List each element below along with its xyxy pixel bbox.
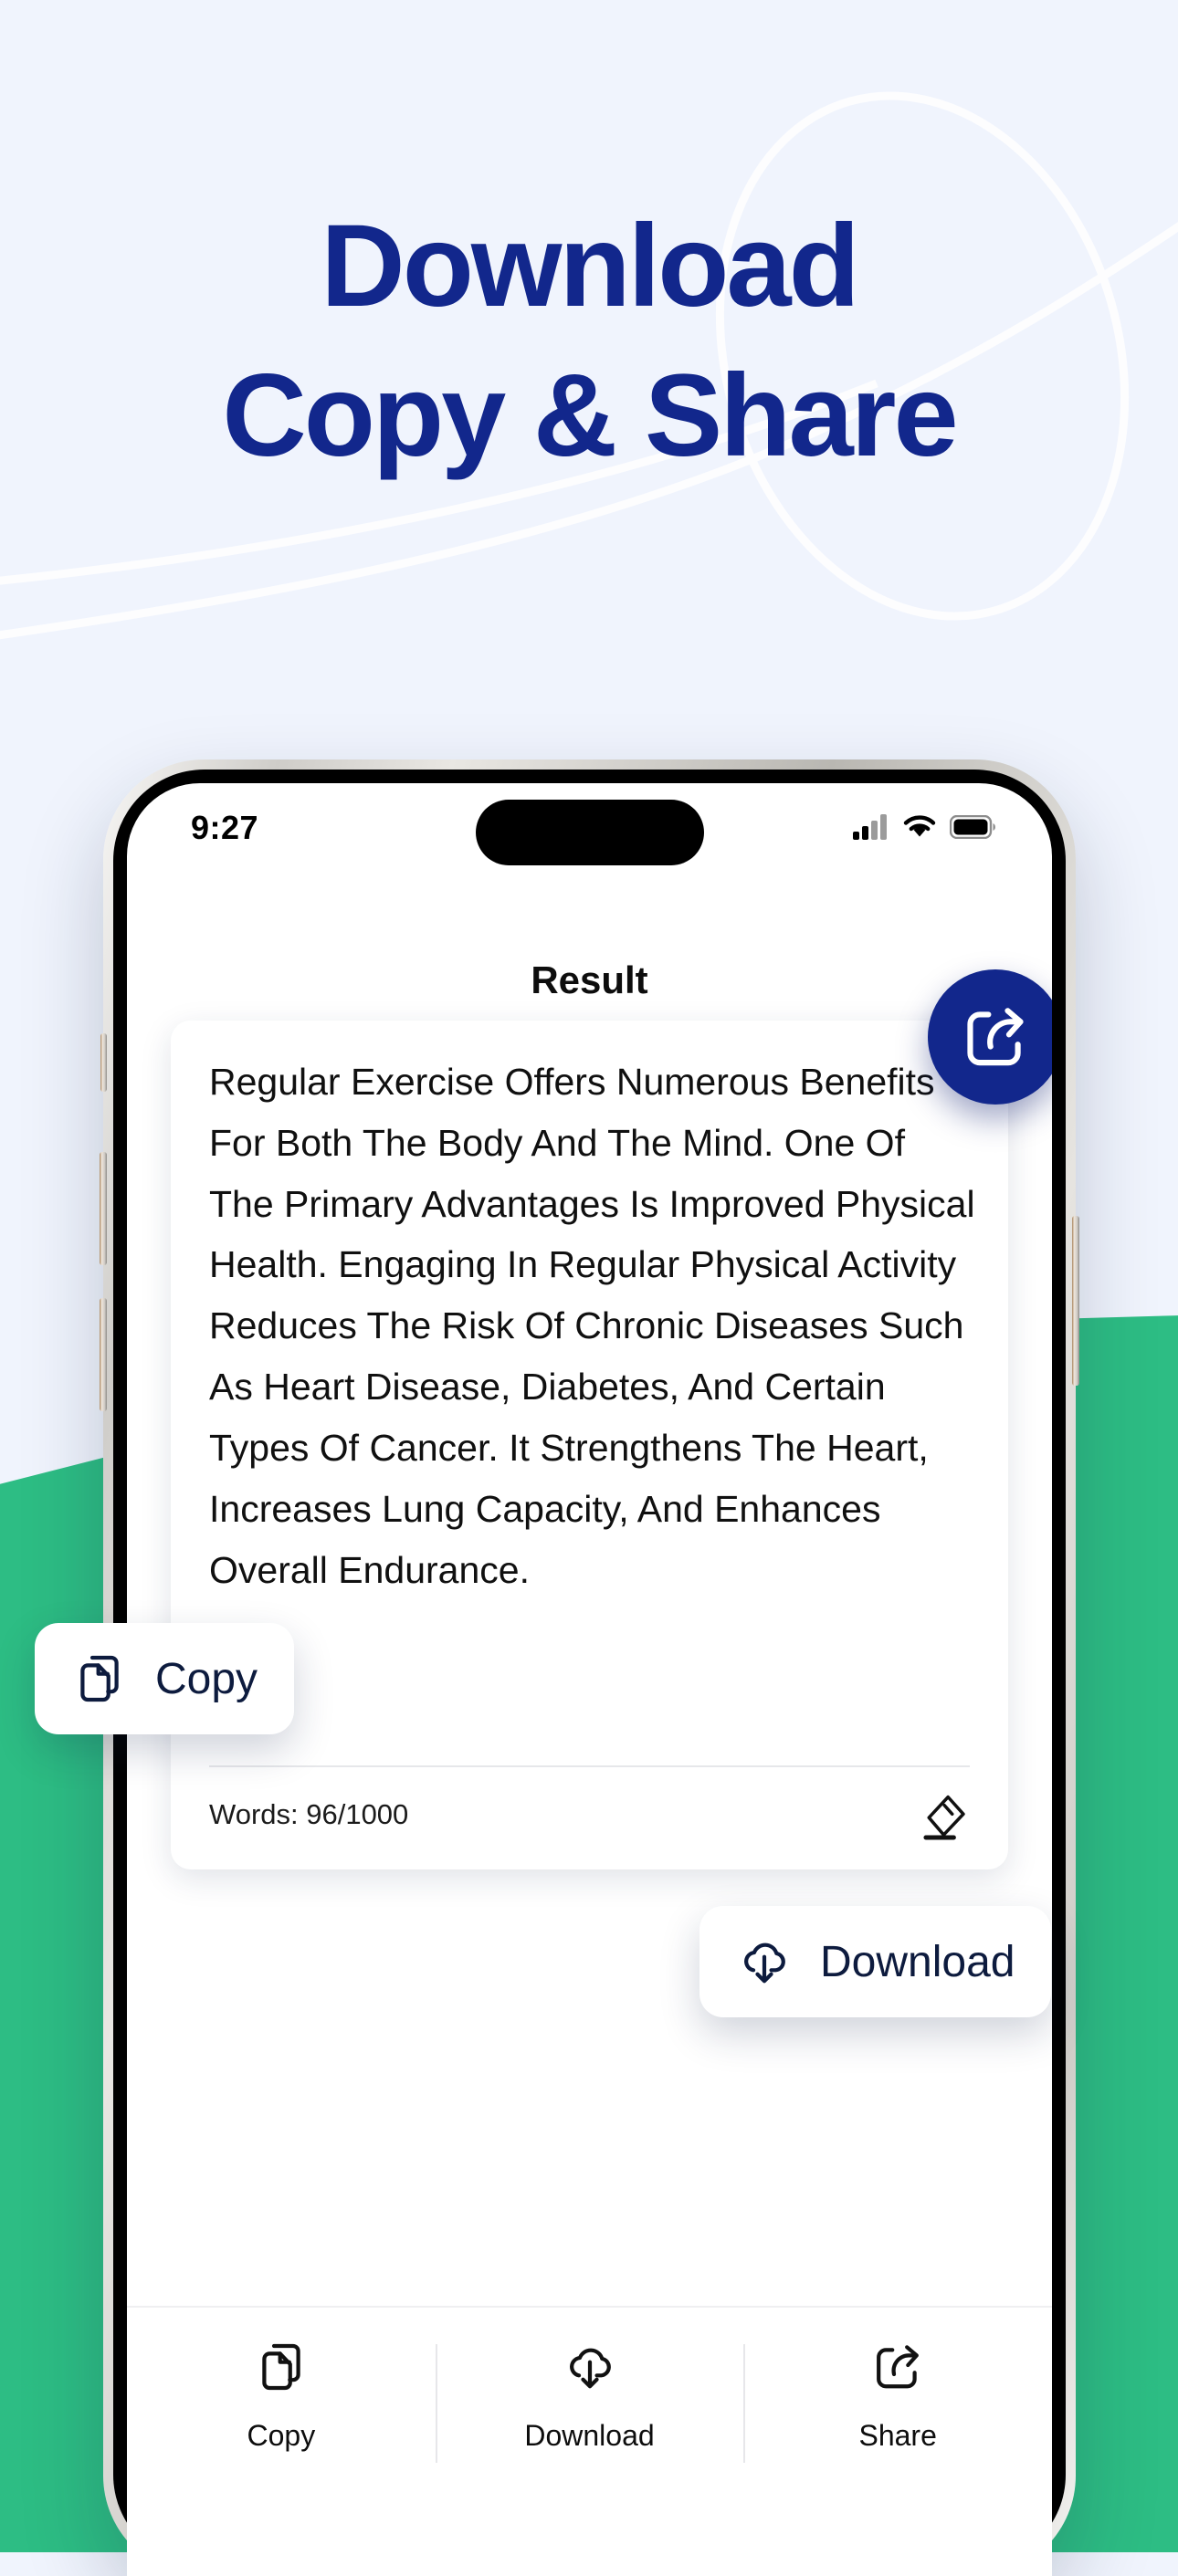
status-indicators — [853, 814, 995, 840]
cloud-download-icon — [744, 1942, 785, 1984]
copy-icon — [262, 2343, 300, 2391]
tab-copy-label: Copy — [247, 2419, 316, 2452]
status-bar: 9:27 — [127, 783, 1052, 884]
share-fab-button[interactable] — [928, 969, 1052, 1105]
eraser-icon — [923, 1795, 965, 1840]
result-card: Regular Exercise Offers Numerous Benefit… — [171, 1021, 1008, 1869]
word-count-label: Words: 96/1000 — [209, 1798, 409, 1830]
floating-download-chip[interactable]: Download — [699, 1906, 1052, 2017]
tab-download[interactable]: Download — [435, 2339, 744, 2463]
wifi-icon — [903, 815, 936, 837]
tab-share[interactable]: Share — [743, 2339, 1052, 2463]
battery-icon — [950, 815, 995, 839]
floating-download-label: Download — [820, 1937, 1015, 1986]
share-icon — [877, 2345, 920, 2389]
floating-copy-chip[interactable]: Copy — [35, 1623, 295, 1734]
tab-download-label: Download — [524, 2419, 655, 2452]
headline-line-2: Copy & Share — [222, 351, 958, 481]
mute-switch[interactable] — [100, 1033, 107, 1092]
volume-down-button[interactable] — [100, 1298, 107, 1411]
cloud-download-icon — [569, 2348, 611, 2389]
erase-button[interactable] — [917, 1791, 970, 1844]
tab-share-label: Share — [858, 2419, 937, 2452]
share-icon — [967, 1008, 1024, 1066]
page-headline: Download Copy & Share — [0, 208, 1178, 475]
signal-bars-icon — [853, 814, 887, 840]
headline-line-1: Download — [321, 201, 859, 331]
tab-copy[interactable]: Copy — [127, 2339, 436, 2453]
card-divider — [209, 1765, 970, 1767]
floating-copy-label: Copy — [155, 1654, 258, 1703]
page-title: Result — [531, 958, 648, 1001]
bottom-tabbar: Copy Download Share — [127, 2306, 1052, 2576]
result-text[interactable]: Regular Exercise Offers Numerous Benefit… — [209, 1052, 975, 1600]
status-time: 9:27 — [191, 809, 259, 846]
volume-up-button[interactable] — [100, 1152, 107, 1265]
power-button[interactable] — [1072, 1216, 1079, 1386]
copy-icon — [80, 1655, 119, 1702]
dynamic-island — [475, 800, 704, 865]
